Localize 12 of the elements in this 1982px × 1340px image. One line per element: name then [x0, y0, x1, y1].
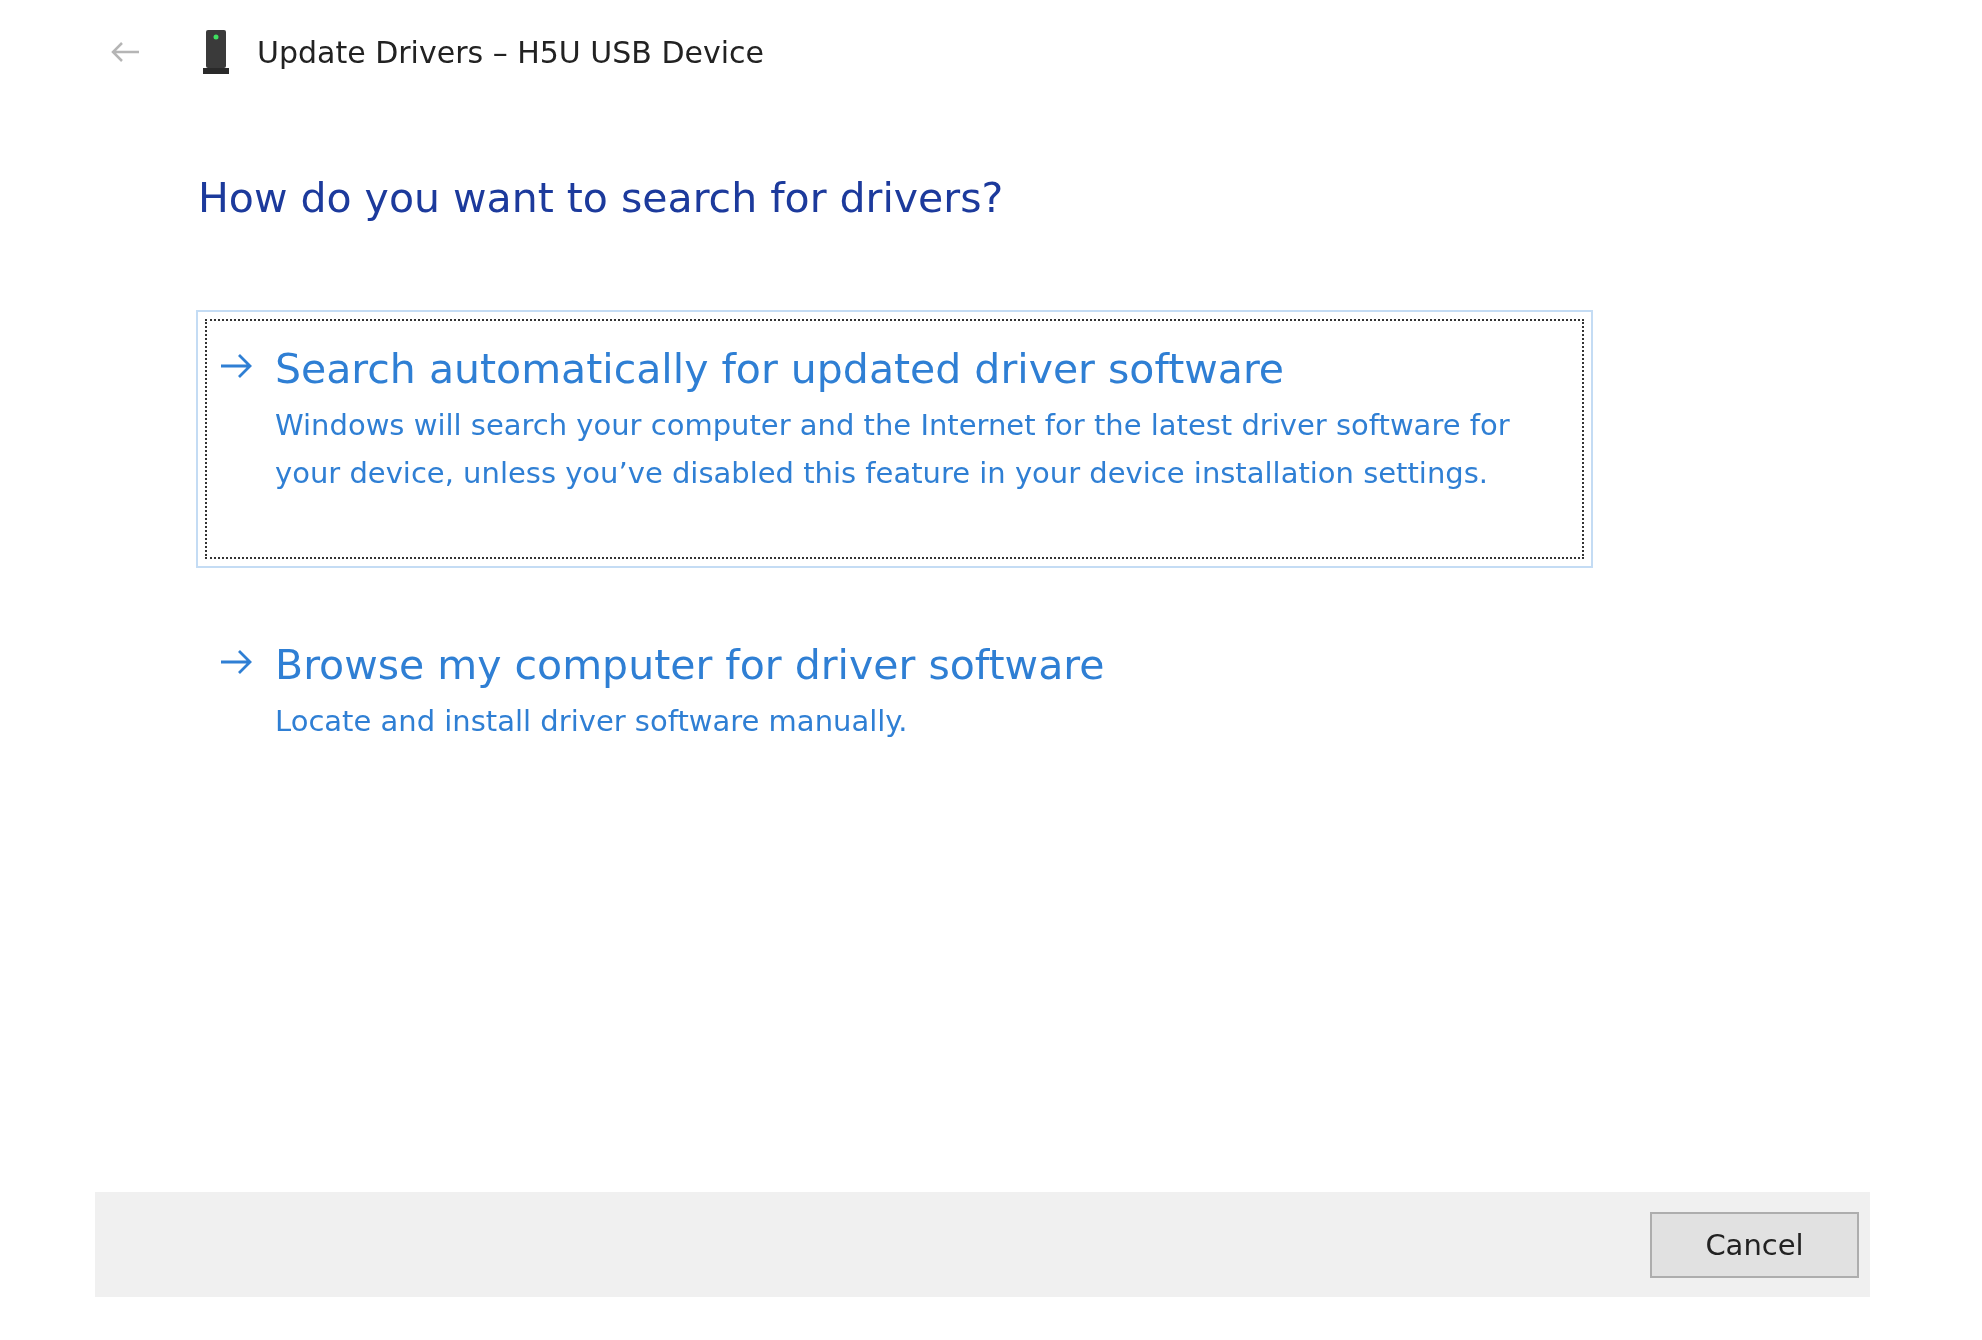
option-link[interactable] [196, 310, 1593, 568]
dialog-heading: How do you want to search for drivers? [198, 174, 1005, 222]
option-description: Locate and install driver software manually. [275, 703, 909, 740]
window-title: Update Drivers – H5U USB Device [257, 34, 765, 70]
option-title: Browse my computer for driver software [275, 640, 1105, 691]
option-title: Search automatically for updated driver software [275, 344, 1286, 395]
cancel-button[interactable]: Cancel [1650, 1211, 1859, 1278]
arrow-icon [219, 649, 253, 675]
device-icon [203, 30, 229, 74]
option-description: Windows will search your computer and the Internet for the latest driver software for your device, unless you’ve disabled this feature in your device installation settings. [275, 407, 1511, 492]
arrow-icon [219, 353, 253, 379]
option-link[interactable]: Browse my computer for driver software Locate and install driver software manually. [196, 606, 1593, 776]
